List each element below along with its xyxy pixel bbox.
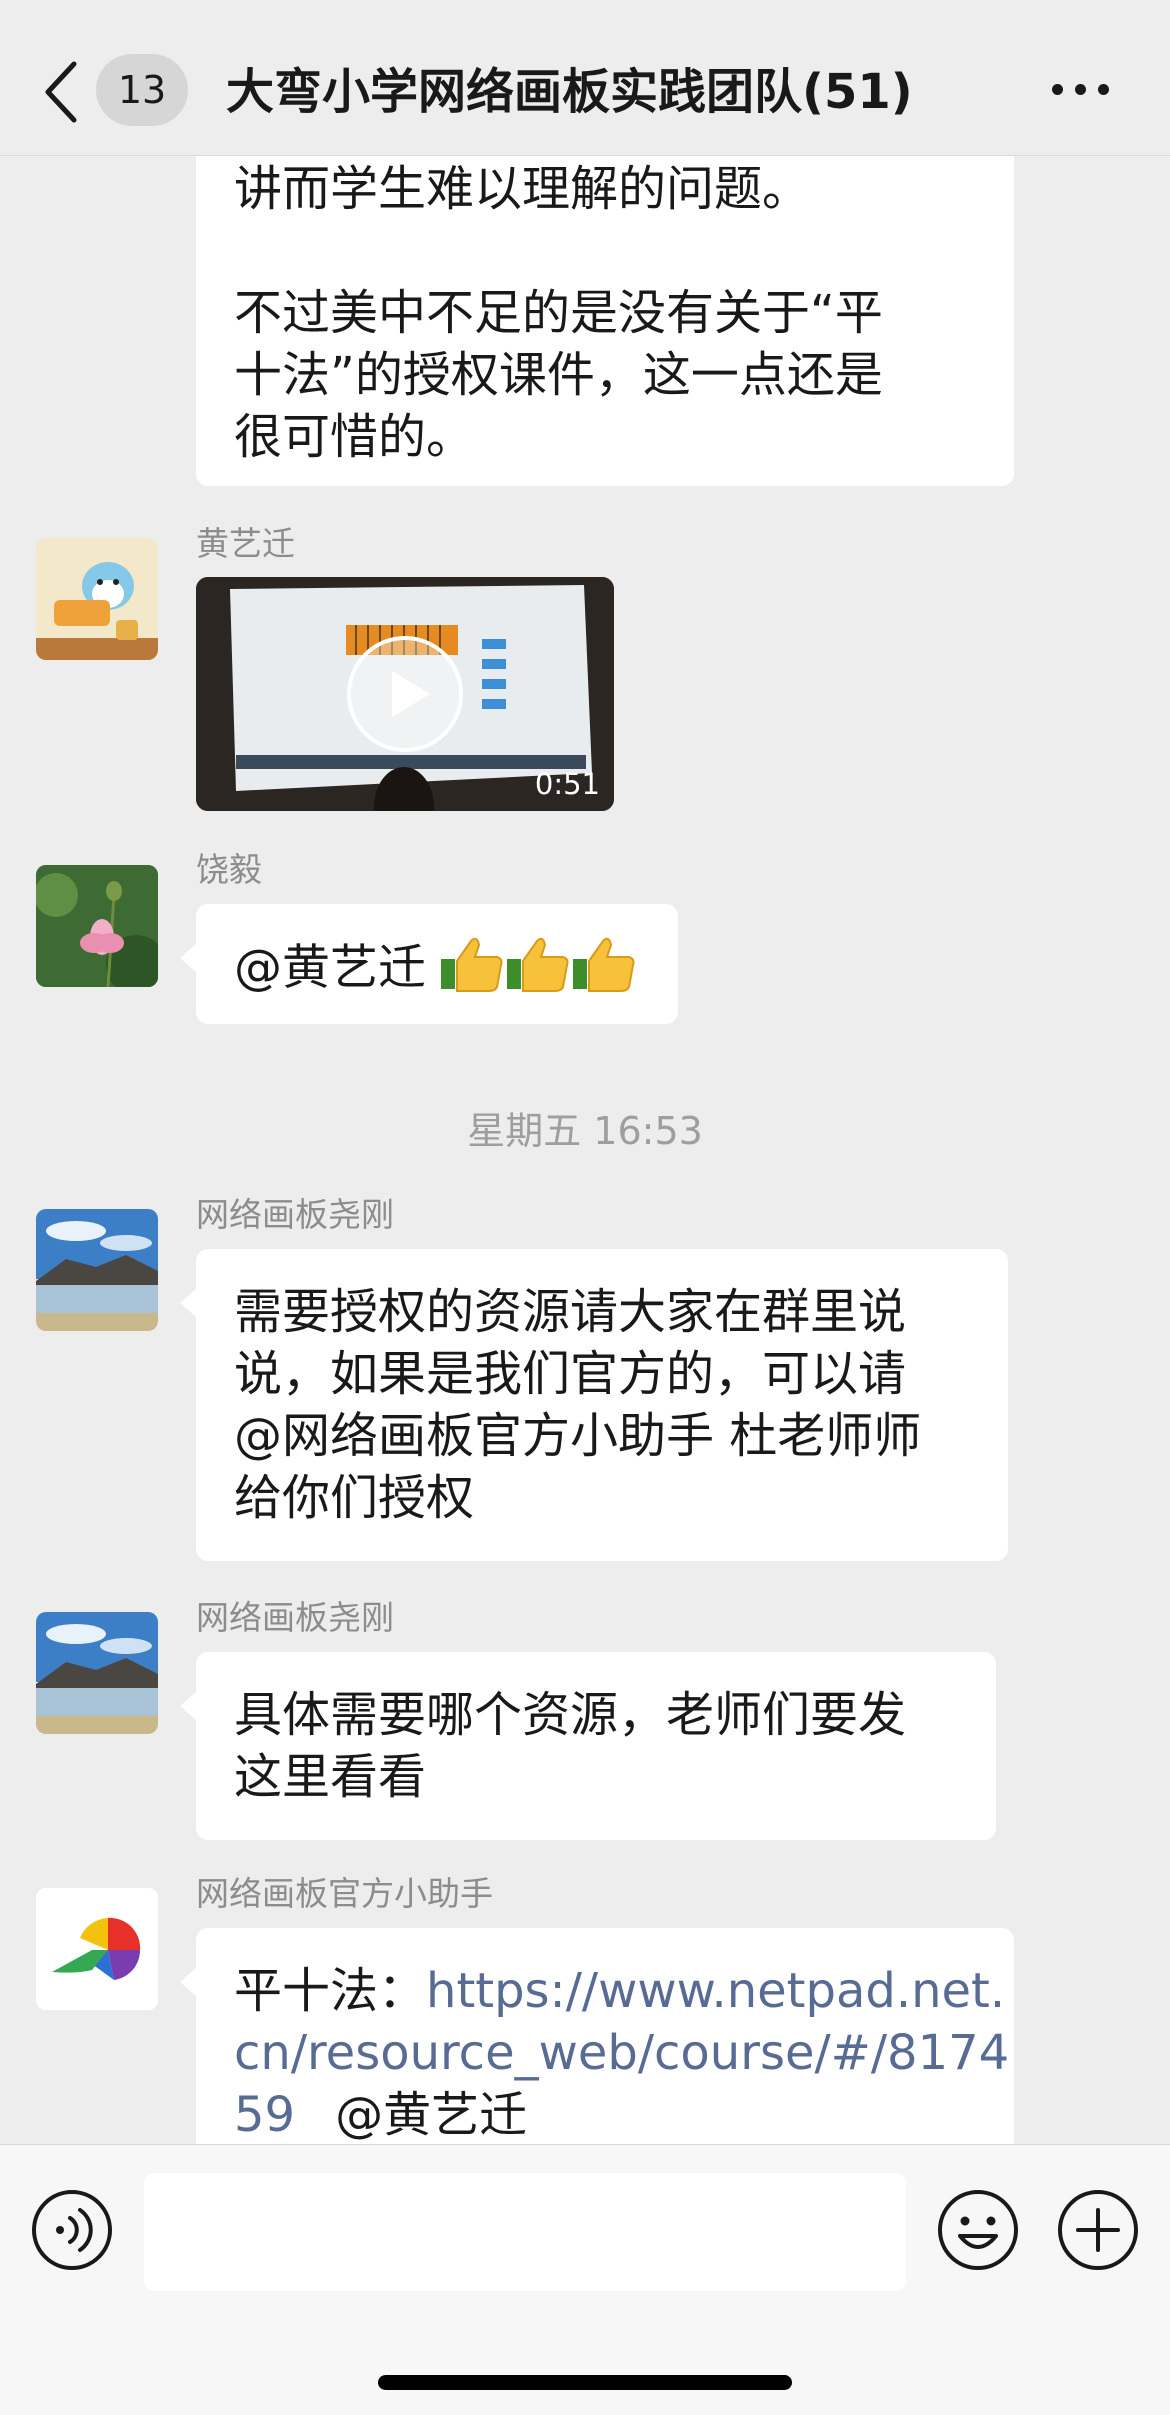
message-input[interactable]: [144, 2173, 906, 2291]
sender-name: 网络画板尧刚: [196, 1195, 394, 1234]
sender-name: 饶毅: [196, 850, 262, 889]
video-duration: 0:51: [534, 767, 600, 801]
message-text-line: 讲而学生难以理解的问题。: [234, 161, 811, 217]
url-link[interactable]: cn/resource_web/course/#/8174: [234, 2022, 1009, 2084]
message-text-line: 说，如果是我们官方的，可以请: [234, 1346, 907, 1402]
message-text: 平十法：: [234, 1963, 427, 2019]
unread-count-badge[interactable]: 13: [96, 54, 188, 126]
message-text-line: 具体需要哪个资源，老师们要发: [234, 1687, 907, 1743]
sender-name: 黄艺迁: [196, 524, 295, 563]
play-button[interactable]: [346, 635, 464, 753]
mention-text: @黄艺迁: [234, 939, 442, 996]
avatar[interactable]: [36, 865, 158, 987]
message-text-line: 需要授权的资源请大家在群里说: [234, 1284, 907, 1340]
back-button[interactable]: [40, 58, 84, 126]
message-text-line: @网络画板官方小助手 杜老师师: [234, 1408, 922, 1464]
more-icon-dot: [1098, 84, 1109, 95]
sender-name: 网络画板官方小助手: [196, 1874, 493, 1913]
smiley-icon: [938, 2190, 1018, 2270]
message-list[interactable]: 讲而学生难以理解的问题。 不过美中不足的是没有关于“平 十法”的授权课件，这一点…: [0, 156, 1170, 2144]
message-bubble[interactable]: 需要授权的资源请大家在群里说 说，如果是我们官方的，可以请 @网络画板官方小助手…: [180, 1249, 1008, 1561]
message-text-line: 给你们授权: [234, 1470, 475, 1526]
url-link[interactable]: 59: [234, 2087, 295, 2143]
message-text-line: 十法”的授权课件，这一点还是: [234, 347, 883, 403]
cartoon-bird-avatar-icon: [36, 538, 158, 660]
message-bubble[interactable]: 讲而学生难以理解的问题。 不过美中不足的是没有关于“平 十法”的授权课件，这一点…: [196, 156, 1014, 486]
avatar[interactable]: [36, 1209, 158, 1331]
avatar[interactable]: [36, 538, 158, 660]
message-text: @黄艺迁: [234, 933, 637, 1008]
chevron-left-icon: [45, 61, 77, 123]
avatar[interactable]: [36, 1612, 158, 1734]
message-text-line: 这里看看: [234, 1749, 427, 1805]
home-indicator[interactable]: [378, 2375, 792, 2390]
more-icon: [1052, 84, 1063, 95]
message-text-line: 不过美中不足的是没有关于“平: [234, 285, 883, 341]
chat-header: 13 大弯小学网络画板实践团队(51): [0, 0, 1170, 156]
netpad-logo-avatar-icon: [36, 1888, 158, 2010]
url-link[interactable]: https://www.netpad.net.: [426, 1963, 1005, 2019]
more-functions-button[interactable]: [1056, 2188, 1140, 2272]
play-icon: [347, 636, 463, 752]
more-icon-dot: [1075, 84, 1086, 95]
lotus-flower-avatar-icon: [36, 865, 158, 987]
message-text-line: 很可惜的。: [234, 409, 475, 465]
message-text-line: 平十法：https://www.netpad.net.: [234, 1960, 1009, 2022]
voice-icon: [32, 2190, 112, 2270]
message-text-line: 59 @黄艺迁: [234, 2084, 1009, 2144]
thumbs-up-icon: [441, 933, 637, 1008]
video-message[interactable]: 0:51: [196, 577, 614, 811]
message-text-line: [234, 220, 883, 282]
message-bubble[interactable]: @黄艺迁: [180, 904, 678, 1024]
chat-title: 大弯小学网络画板实践团队(51): [226, 64, 913, 120]
mention-text: @黄艺迁: [335, 2087, 528, 2143]
message-bubble[interactable]: 具体需要哪个资源，老师们要发 这里看看: [180, 1652, 996, 1840]
landscape-avatar-icon: [36, 1209, 158, 1331]
avatar[interactable]: [36, 1888, 158, 2010]
timestamp: 星期五 16:53: [467, 1109, 703, 1153]
message-bubble[interactable]: 平十法：https://www.netpad.net. cn/resource_…: [180, 1928, 1014, 2144]
landscape-avatar-icon: [36, 1612, 158, 1734]
plus-icon: [1058, 2190, 1138, 2270]
more-options-button[interactable]: [1052, 78, 1116, 102]
emoji-button[interactable]: [936, 2188, 1020, 2272]
voice-input-button[interactable]: [30, 2188, 114, 2272]
sender-name: 网络画板尧刚: [196, 1598, 394, 1637]
